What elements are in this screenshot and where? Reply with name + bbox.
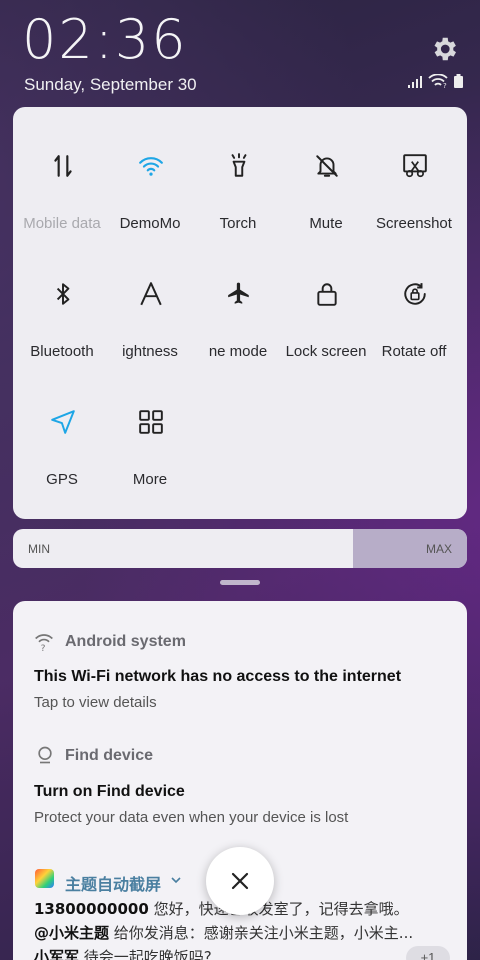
tile-label: ightness [122,343,178,360]
battery-icon [454,74,463,88]
clock: 02:36 [22,8,188,71]
wifi-question-icon: ? [35,634,53,651]
tile-label: More [132,471,168,488]
signal-icon [408,76,422,88]
more-grid-icon [139,410,163,434]
brightness-slider[interactable]: MIN MAX [13,529,467,568]
location-pin-icon [38,746,52,764]
tile-rotate[interactable]: Rotate off [369,235,459,360]
message-line[interactable]: 小军军 待会一起吃晚饭吗? [34,946,212,960]
auto-brightness-icon [140,282,162,306]
tile-label: Torch [219,215,257,232]
bluetooth-icon [56,283,70,305]
status-icons: ? [408,74,463,88]
tile-label: Mobile data [23,215,101,232]
message-sender: 13800000000 [34,900,149,918]
tile-label: DemoMo [119,215,181,232]
more-count-badge[interactable]: +1 [406,946,450,960]
message-text: 您好，快递已收发室了，记得去拿哦。 [153,900,409,918]
mobile-data-icon [54,155,72,177]
rotate-icon [404,283,426,305]
theme-app-icon [35,869,54,888]
gps-icon [51,410,75,434]
message-line[interactable]: @小米主题 给你发消息：感谢亲关注小米主题，小米主... [34,922,413,943]
notification-title[interactable]: This Wi-Fi network has no access to the … [34,668,401,686]
tile-lock-screen[interactable]: Lock screen [281,235,371,360]
notification-app-name: Find device [65,747,154,764]
message-text: 待会一起吃晚饭吗? [83,948,212,960]
message-sender: 小军军 [34,948,80,960]
message-sender: @小米主题 [34,924,110,942]
panel-drag-handle[interactable] [220,580,260,585]
tile-label: Mute [309,215,343,232]
brightness-min-label: MIN [28,542,50,556]
lock-icon [317,283,337,306]
tile-label: GPS [46,471,78,488]
brightness-max-label: MAX [425,542,452,556]
clear-all-button[interactable] [206,847,274,915]
tile-auto-brightness[interactable]: ightness [105,235,195,360]
tile-label: Bluetooth [30,343,94,360]
tile-screenshot[interactable]: Screenshot [369,107,459,232]
tile-wifi[interactable]: DemoMo [105,107,195,232]
close-icon [231,872,249,890]
message-text: 给你发消息：感谢亲关注小米主题，小米主... [113,924,414,942]
tile-torch[interactable]: Torch [193,107,283,232]
wifi-status-icon: ? [428,74,448,88]
date: Sunday, September 30 [24,75,197,94]
tile-mobile-data[interactable]: Mobile data [17,107,107,232]
tile-label: ne mode [208,343,268,360]
tile-label: Rotate off [381,343,447,360]
settings-gear-icon[interactable] [429,34,459,64]
tile-mute[interactable]: Mute [281,107,371,232]
screenshot-icon [403,154,427,178]
airplane-icon [228,282,249,304]
notification-title[interactable]: Turn on Find device [34,783,185,801]
mute-icon [316,155,338,177]
tile-label: Screenshot [376,215,452,232]
tile-more[interactable]: More [105,363,195,488]
torch-icon [231,153,247,177]
tile-bluetooth[interactable]: Bluetooth [17,235,107,360]
notification-app-name: 主题自动截屏 [65,875,162,894]
tile-gps[interactable]: GPS [17,363,107,488]
svg-text:?: ? [443,82,447,88]
wifi-icon [139,157,163,176]
notification-text[interactable]: Protect your data even when your device … [34,809,348,826]
tile-airplane-mode[interactable]: ne mode [193,235,283,360]
tile-label: Lock screen [285,343,367,360]
notification-app-name: Android system [65,633,186,650]
svg-text:?: ? [41,643,46,651]
quick-settings-panel: Mobile data DemoMo Torch Mute Screenshot… [13,107,467,519]
notification-text[interactable]: Tap to view details [34,694,157,711]
chevron-down-icon[interactable] [170,875,182,885]
